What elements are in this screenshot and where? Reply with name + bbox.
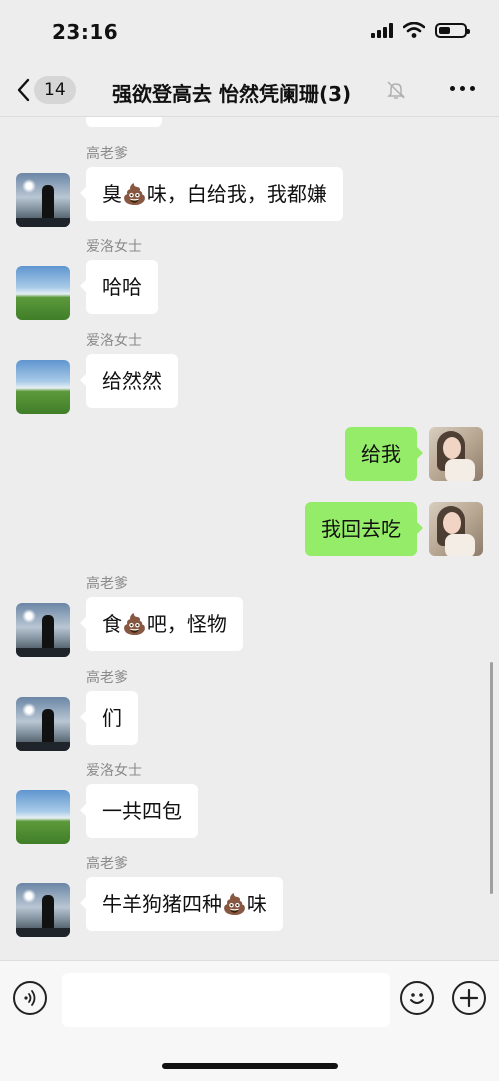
sender-name: 爱洛女士: [86, 239, 142, 255]
avatar[interactable]: [16, 173, 70, 227]
mute-bell-icon: [387, 81, 405, 99]
back-button[interactable]: 14: [16, 72, 76, 108]
message-bubble[interactable]: 牛羊狗猪四种💩味: [80, 877, 283, 931]
message-bubble[interactable]: 给我: [345, 427, 423, 481]
message-bubble[interactable]: 们: [80, 691, 138, 745]
avatar[interactable]: [16, 266, 70, 320]
cellular-signal-icon: [371, 22, 393, 38]
sender-name: 爱洛女士: [86, 763, 142, 779]
chat-title: 强欲登高去 怡然凭阑珊(3): [112, 82, 352, 106]
message-input[interactable]: [62, 973, 390, 1027]
sender-name: 高老爹: [86, 670, 128, 686]
avatar[interactable]: [16, 883, 70, 937]
sender-name: 爱洛女士: [86, 333, 142, 349]
message-bubble[interactable]: 一共四包: [80, 784, 198, 838]
message-bubble[interactable]: 我回去吃: [305, 502, 423, 556]
avatar[interactable]: [16, 360, 70, 414]
avatar[interactable]: [16, 790, 70, 844]
voice-input-button[interactable]: [13, 981, 47, 1015]
battery-icon: [435, 22, 470, 38]
home-indicator: [162, 1063, 338, 1069]
message-list[interactable]: 高老爹 臭💩味，白给我，我都嫌 爱洛女士 哈哈 爱洛女士 给然然 给我 我回去吃…: [0, 117, 499, 960]
my-avatar[interactable]: [429, 427, 483, 481]
status-bar: 23:16: [0, 0, 499, 64]
scrollbar[interactable]: [490, 662, 493, 894]
message-bubble[interactable]: 臭💩味，白给我，我都嫌: [80, 167, 343, 221]
sender-name: 高老爹: [86, 576, 128, 592]
avatar[interactable]: [16, 697, 70, 751]
status-icons: [371, 22, 470, 38]
partial-message-bubble: [86, 117, 162, 127]
avatar[interactable]: [16, 603, 70, 657]
message-bubble[interactable]: 给然然: [80, 354, 178, 408]
plus-icon: [459, 988, 479, 1008]
message-bubble[interactable]: 食💩吧，怪物: [80, 597, 243, 651]
my-avatar[interactable]: [429, 502, 483, 556]
chat-header: 14 强欲登高去 怡然凭阑珊(3): [0, 64, 499, 117]
more-options-icon[interactable]: [450, 86, 475, 91]
wifi-icon: [403, 22, 425, 38]
sender-name: 高老爹: [86, 146, 128, 162]
emoji-button[interactable]: [400, 981, 434, 1015]
sender-name: 高老爹: [86, 856, 128, 872]
more-functions-button[interactable]: [452, 981, 486, 1015]
smiley-icon: [410, 993, 424, 1004]
unread-count-badge: 14: [34, 76, 76, 104]
message-bubble[interactable]: 哈哈: [80, 260, 158, 314]
status-time: 23:16: [52, 20, 119, 44]
chevron-left-icon: [17, 78, 30, 102]
voice-icon: [24, 990, 36, 1006]
